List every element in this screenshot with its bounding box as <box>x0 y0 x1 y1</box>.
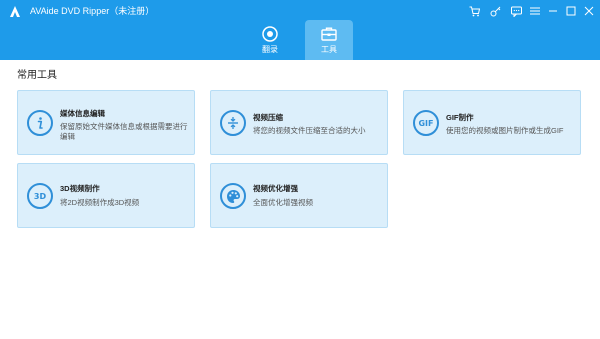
tool-title: 媒体信息编辑 <box>60 109 105 118</box>
tab-ripper[interactable]: 翻录 <box>246 20 294 60</box>
tool-card-3d[interactable]: 3D 3D视频制作 将2D视频制作成3D视频 <box>17 163 195 228</box>
window-title: AVAide DVD Ripper（未注册） <box>30 6 155 16</box>
tab-tools[interactable]: 工具 <box>305 20 353 60</box>
menu-icon[interactable] <box>526 3 544 19</box>
tool-title: 视频压缩 <box>253 113 283 122</box>
tool-card-enhance[interactable]: 视频优化增强 全面优化增强视频 <box>210 163 388 228</box>
gif-icon: GIF <box>413 110 439 136</box>
chat-icon[interactable] <box>507 3 525 19</box>
info-icon <box>27 110 53 136</box>
tool-desc: 全面优化增强视频 <box>253 198 313 207</box>
tool-card-media-info[interactable]: 媒体信息编辑 保留原始文件媒体信息或根据需要进行编辑 <box>17 90 195 155</box>
tab-tools-label: 工具 <box>321 45 337 54</box>
header-bar: AVAide DVD Ripper（未注册） 翻录 工具 <box>0 0 600 60</box>
section-title: 常用工具 <box>17 70 57 81</box>
tool-title: 视频优化增强 <box>253 184 298 193</box>
cart-icon[interactable] <box>465 3 483 19</box>
record-icon <box>262 26 278 42</box>
compress-icon <box>220 110 246 136</box>
tool-card-compress[interactable]: 视频压缩 将您的视频文件压缩至合适的大小 <box>210 90 388 155</box>
tool-desc: 将2D视频制作成3D视频 <box>60 198 140 207</box>
key-icon[interactable] <box>486 3 504 19</box>
tab-ripper-label: 翻录 <box>262 45 278 54</box>
tool-desc: 使用您的视频或图片制作或生成GIF <box>446 126 564 135</box>
3d-icon-text: 3D <box>33 191 47 201</box>
tool-desc: 保留原始文件媒体信息或根据需要进行编辑 <box>60 122 188 141</box>
palette-icon <box>220 183 246 209</box>
tool-desc: 将您的视频文件压缩至合适的大小 <box>253 126 366 135</box>
minimize-icon[interactable] <box>544 3 562 19</box>
tool-card-gif[interactable]: GIF GIF制作 使用您的视频或图片制作或生成GIF <box>403 90 581 155</box>
app-logo-icon <box>10 6 20 17</box>
maximize-icon[interactable] <box>562 3 580 19</box>
close-icon[interactable] <box>580 3 598 19</box>
tool-title: GIF制作 <box>446 113 474 122</box>
gif-icon-text: GIF <box>418 118 434 128</box>
tool-title: 3D视频制作 <box>60 184 100 193</box>
toolbox-icon <box>321 27 337 41</box>
3d-icon: 3D <box>27 183 53 209</box>
